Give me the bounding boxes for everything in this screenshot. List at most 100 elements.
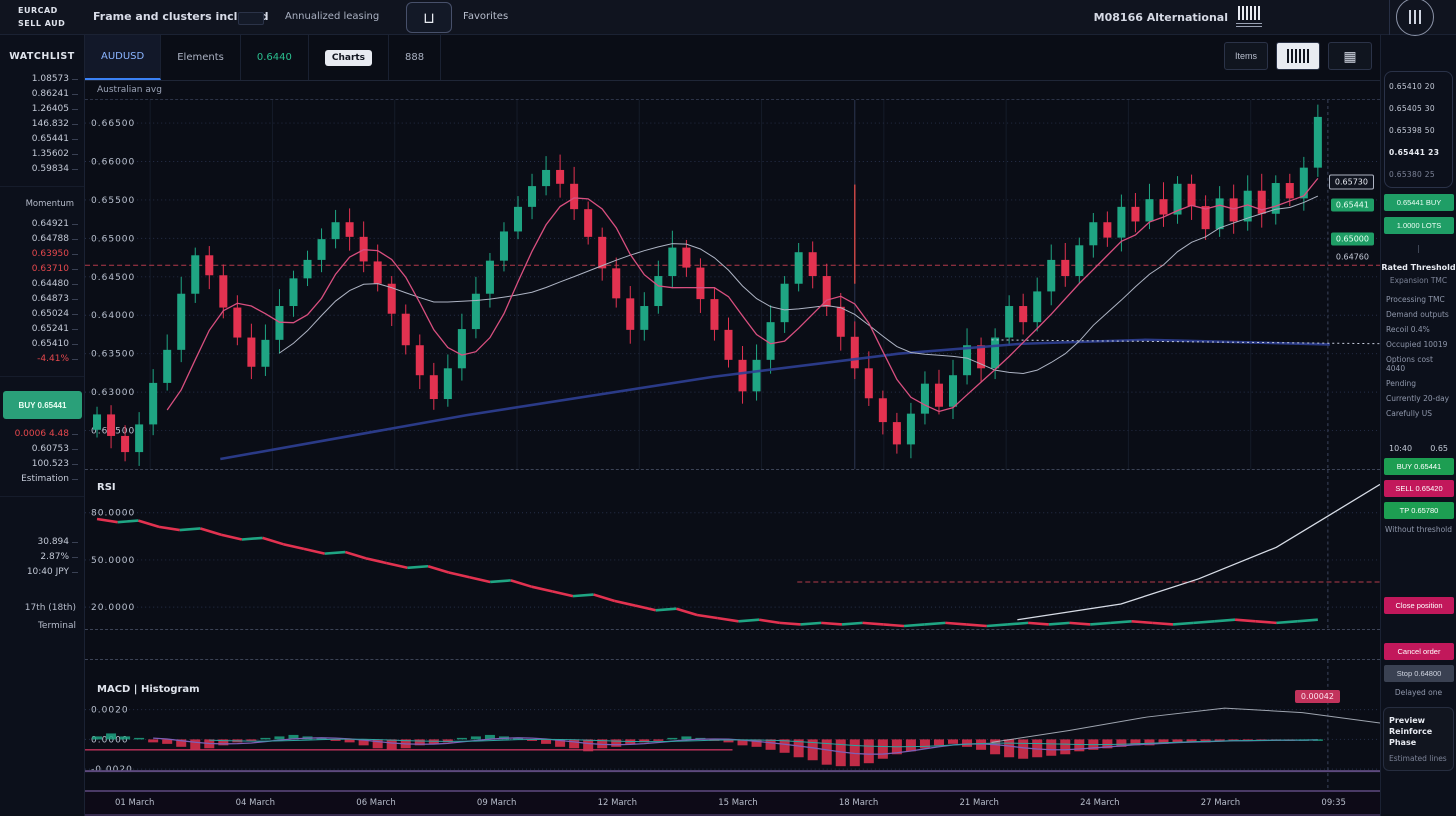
chart-subtitle: Australian avg (85, 81, 1380, 99)
sidebar-footer-item[interactable]: 17th (18th) (25, 603, 76, 613)
watchlist-group-4: 30.894 2.87% 10:40 JPY (0, 497, 84, 589)
momentum-header: Momentum (0, 187, 84, 219)
quote-row: 0.65441 23 (1389, 148, 1448, 157)
watchlist-item[interactable]: 0.65441 (0, 134, 78, 144)
take-profit-button[interactable]: TP 0.65780 (1384, 502, 1454, 519)
macd-pane[interactable]: MACD | Histogram 0.00042 0.00200.0000-0.… (85, 659, 1380, 790)
macd-label: MACD | Histogram (97, 684, 200, 695)
watchlist-item[interactable]: 0.65024 (0, 309, 78, 319)
items-button[interactable]: Items (1224, 42, 1268, 70)
quote-buy-row[interactable]: 0.65441 BUY (1384, 194, 1454, 211)
svg-text:0.63000: 0.63000 (91, 388, 135, 398)
time-axis-label: 18 March (839, 798, 878, 808)
watchlist-item[interactable]: 0.64873 (0, 294, 78, 304)
watchlist-item[interactable]: -4.41% (0, 354, 78, 364)
watchlist-item[interactable]: 30.894 (0, 537, 78, 547)
info-line: Currently 20-day (1386, 394, 1451, 403)
stop-button[interactable]: Stop 0.64800 (1384, 665, 1454, 682)
time-axis: 01 March04 March06 March09 March12 March… (85, 790, 1380, 816)
order-panel: 0.65410 200.65405 300.65398 500.65441 23… (1380, 35, 1456, 816)
logo-line1: EURCAD (18, 4, 65, 17)
time-axis-label: 06 March (356, 798, 395, 808)
barcode-lines-icon (1236, 23, 1262, 29)
watchlist-item[interactable]: 0.64921 (0, 219, 78, 229)
grid-icon: ▦ (1343, 48, 1356, 64)
barcode-icon[interactable] (1238, 6, 1260, 20)
grid-button[interactable]: ▦ (1328, 42, 1372, 70)
watchlist-item[interactable]: 0.65241 (0, 324, 78, 334)
top-bar: EURCAD SELL AUD Frame and clusters inclu… (0, 0, 1456, 35)
svg-text:0.66000: 0.66000 (91, 158, 135, 168)
price-label-green: 0.65441 (1331, 199, 1374, 212)
sidebar-buy-button[interactable]: BUY 0.65441 (3, 391, 82, 419)
time-axis-label: 12 March (598, 798, 637, 808)
time-axis-label: 09 March (477, 798, 516, 808)
time-axis-label: 09:35 (1321, 798, 1346, 808)
quote-box: 0.65410 200.65405 300.65398 500.65441 23… (1384, 71, 1453, 188)
time-axis-label: 15 March (718, 798, 757, 808)
macd-price-tag: 0.00042 (1295, 690, 1340, 703)
main-price-pane[interactable]: 0.665000.660000.655000.650000.645000.640… (85, 99, 1380, 469)
avatar[interactable] (1396, 0, 1434, 36)
watchlist-item[interactable]: 0.0006 4.48 (0, 429, 78, 439)
pane-spacer (85, 629, 1380, 659)
indicator-button[interactable] (1276, 42, 1320, 70)
watchlist-item[interactable]: 0.65410 (0, 339, 78, 349)
quick-search-input[interactable] (238, 12, 264, 25)
order-price: 0.65 (1430, 444, 1448, 453)
expansion-label: Expansion TMC (1381, 276, 1456, 285)
watchlist-item[interactable]: 1.35602 (0, 149, 78, 159)
watchlist-item[interactable]: 10:40 JPY (0, 567, 78, 577)
watchlist-group-1: 1.08573 0.86241 1.26405 146.832 0.65441 1.356… (0, 74, 84, 187)
threshold-note: Without threshold (1384, 525, 1453, 534)
chart-column: AUDUSD Elements 0.6440 Charts 888 Items … (85, 35, 1380, 816)
oscillator-pane[interactable]: RSI 80.000050.000020.0000 (85, 469, 1380, 629)
watchlist-item[interactable]: 100.523 (0, 459, 78, 469)
close-position-button[interactable]: Close position (1384, 597, 1454, 614)
favorites-label: Favorites (463, 11, 508, 22)
menu-annualized-leasing[interactable]: Annualized leasing (285, 11, 379, 22)
info-line: Carefully US (1386, 409, 1451, 418)
time-axis-label: 01 March (115, 798, 154, 808)
time-axis-label: 21 March (959, 798, 998, 808)
account-name[interactable]: M08166 Alternational (1094, 11, 1228, 24)
cancel-order-button[interactable]: Cancel order (1384, 643, 1454, 660)
watchlist-item[interactable]: Estimation (0, 474, 78, 484)
watchlist-item[interactable]: 0.86241 (0, 89, 78, 99)
svg-text:80.0000: 80.0000 (91, 509, 135, 519)
watchlist-item[interactable]: 1.26405 (0, 104, 78, 114)
favorites-button[interactable]: ⊔ (406, 2, 452, 33)
quote-lots-row[interactable]: 1.0000 LOTS (1384, 217, 1454, 234)
watchlist-item[interactable]: 0.64788 (0, 234, 78, 244)
watchlist-item[interactable]: 0.63710 (0, 264, 78, 274)
watchlist-item[interactable]: 0.59834 (0, 164, 78, 174)
watchlist-item[interactable]: 2.87% (0, 552, 78, 562)
buy-button[interactable]: BUY 0.65441 (1384, 458, 1454, 475)
charts-chip: Charts (325, 50, 372, 66)
svg-text:0.63500: 0.63500 (91, 350, 135, 360)
info-line: Options cost 4040 (1386, 355, 1451, 373)
preview-card[interactable]: Preview Reinforce Phase Estimated lines (1383, 707, 1454, 771)
price-label-plain: 0.64760 (1331, 251, 1374, 264)
watchlist-item[interactable]: 0.63950 (0, 249, 78, 259)
svg-text:0.65500: 0.65500 (91, 196, 135, 206)
tab-audusd[interactable]: AUDUSD (85, 35, 161, 80)
avatar-stripes-icon (1409, 10, 1421, 24)
watchlist-item[interactable]: 0.60753 (0, 444, 78, 454)
delay-note: Delayed one (1384, 688, 1453, 697)
watchlist-item[interactable]: 0.64480 (0, 279, 78, 289)
price-label-green: 0.65000 (1331, 233, 1374, 246)
watchlist-item[interactable]: 146.832 (0, 119, 78, 129)
time-row: 10:40 0.65 (1389, 444, 1448, 453)
tab-elements[interactable]: Elements (161, 35, 241, 80)
tab-price[interactable]: 0.6440 (241, 35, 309, 80)
svg-text:0.64000: 0.64000 (91, 311, 135, 321)
info-line: Recoil 0.4% (1386, 325, 1451, 334)
sell-button[interactable]: SELL 0.65420 (1384, 480, 1454, 497)
watchlist-item[interactable]: 1.08573 (0, 74, 78, 84)
watchlist-group-2: 0.64921 0.64788 0.63950 0.63710 0.64480 0.648… (0, 219, 84, 377)
tab-888[interactable]: 888 (389, 35, 441, 80)
sidebar-footer-item[interactable]: Terminal (38, 621, 76, 631)
rated-threshold-label: Rated Threshold (1381, 263, 1456, 272)
tab-charts[interactable]: Charts (309, 35, 389, 80)
